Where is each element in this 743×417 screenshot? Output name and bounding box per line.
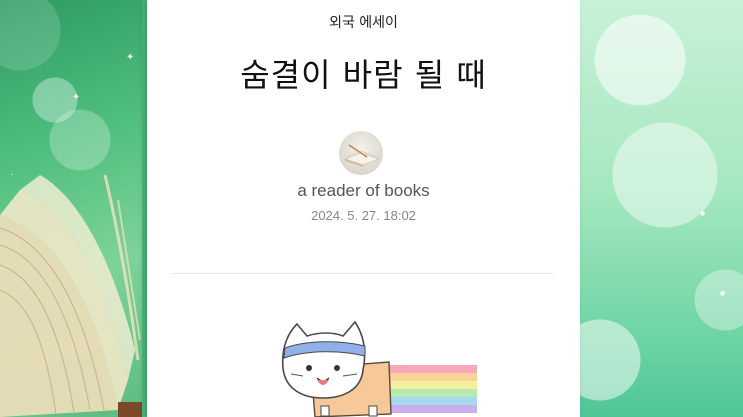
open-book-illustration [0, 174, 142, 417]
left-background-book-image: ✦ ✦ · [0, 0, 142, 417]
sparkle-icon: ● [720, 290, 726, 297]
post-header-card: 외국 에세이 숨결이 바람 될 때 a reader of books 2024… [147, 0, 580, 417]
book-avatar-icon [343, 144, 381, 167]
post-datetime: 2024. 5. 27. 18:02 [311, 208, 416, 223]
sparkle-icon: · [10, 170, 14, 181]
post-title: 숨결이 바람 될 때 [240, 56, 487, 94]
page-root: ✦ ✦ · ● ● 외국 에세이 숨결이 바람 될 때 a reader of … [0, 0, 743, 417]
post-category-link[interactable]: 외국 에세이 [147, 12, 580, 32]
author-name-link[interactable]: a reader of books [147, 181, 580, 201]
sparkle-icon: ✦ [126, 52, 135, 63]
right-background-bokeh-image: ● ● [580, 0, 743, 417]
nyan-cat-emoticon [277, 318, 477, 417]
header-divider [173, 273, 553, 274]
sparkle-icon: ● [700, 210, 706, 217]
sparkle-icon: ✦ [72, 92, 81, 103]
author-avatar[interactable] [339, 131, 383, 175]
